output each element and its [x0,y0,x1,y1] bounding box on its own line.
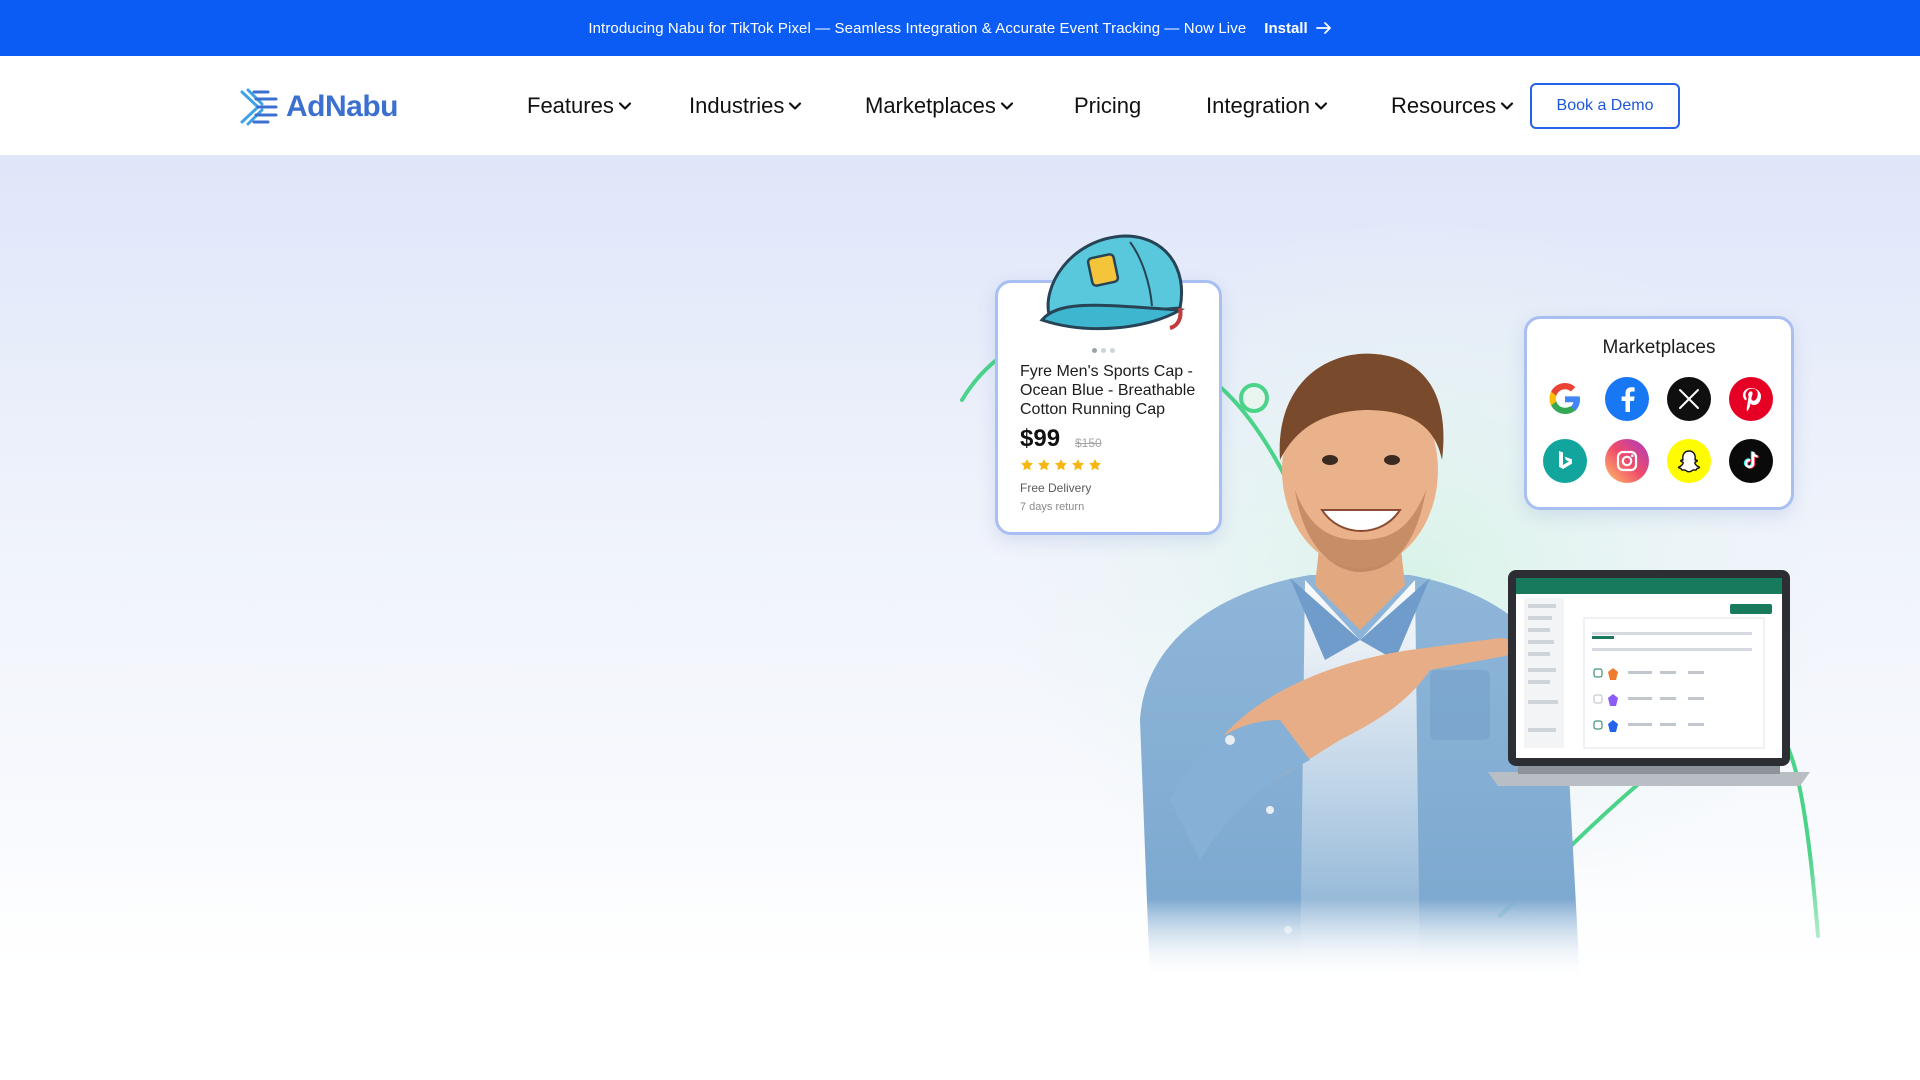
star-icon [1089,459,1101,471]
nav-features[interactable]: Features [527,93,632,119]
nav-resources[interactable]: Resources [1391,93,1514,119]
carousel-dot[interactable] [1110,348,1115,353]
carousel-dot[interactable] [1092,348,1097,353]
nav-industries[interactable]: Industries [689,93,802,119]
carousel-dot[interactable] [1101,348,1106,353]
product-old-price: $150 [1075,436,1102,450]
arrow-right-icon [1315,22,1331,34]
announcement-text: Introducing Nabu for TikTok Pixel — Seam… [588,19,1247,37]
snapchat-icon [1667,439,1711,483]
adnabu-logo-icon [240,88,278,126]
nav-pricing[interactable]: Pricing [1074,93,1141,119]
delivery-text: Free Delivery [1020,481,1092,495]
nav-label: Features [527,93,614,118]
tiktok-icon [1729,439,1773,483]
install-link-label: Install [1264,19,1308,37]
laptop-illustration [1488,570,1810,786]
nav-label: Marketplaces [865,93,996,118]
announcement-bar: Introducing Nabu for TikTok Pixel — Seam… [0,0,1920,56]
nav-label: Pricing [1074,93,1142,118]
marketplaces-title: Marketplaces [1602,337,1716,358]
chevron-down-icon [789,102,802,110]
nav-label: Industries [689,93,785,118]
return-text: 7 days return [1020,501,1085,513]
bing-icon [1543,439,1587,483]
product-title: Fyre Men's Sports Cap - Ocean Blue - Bre… [1020,363,1196,418]
star-icon [1055,459,1067,471]
nav-marketplaces[interactable]: Marketplaces [865,93,1014,119]
carousel-dots [1092,348,1115,353]
facebook-icon [1605,377,1649,421]
nav-integration[interactable]: Integration [1206,93,1328,119]
rating-stars [1020,458,1102,472]
x-icon [1667,377,1711,421]
instagram-icon [1605,439,1649,483]
cap-product-image [1039,234,1185,331]
google-icon [1543,377,1587,421]
nav-label: Integration [1206,93,1310,118]
star-icon [1021,459,1033,471]
star-icon [1072,459,1084,471]
nav-label: Resources [1391,93,1497,118]
logo-text: AdNabu [286,90,399,123]
pinterest-icon [1729,377,1773,421]
chevron-down-icon [1314,102,1328,110]
site-header: AdNabu Features Industries Marketplaces … [0,56,1920,156]
product-price: $99 [1020,425,1061,452]
chevron-down-icon [1000,102,1013,110]
book-demo-button[interactable]: Book a Demo [1530,83,1680,129]
logo[interactable]: AdNabu [238,84,399,130]
chevron-down-icon [618,102,631,110]
chevron-down-icon [1501,102,1514,110]
star-icon [1038,459,1050,471]
install-link[interactable]: Install [1264,20,1331,37]
